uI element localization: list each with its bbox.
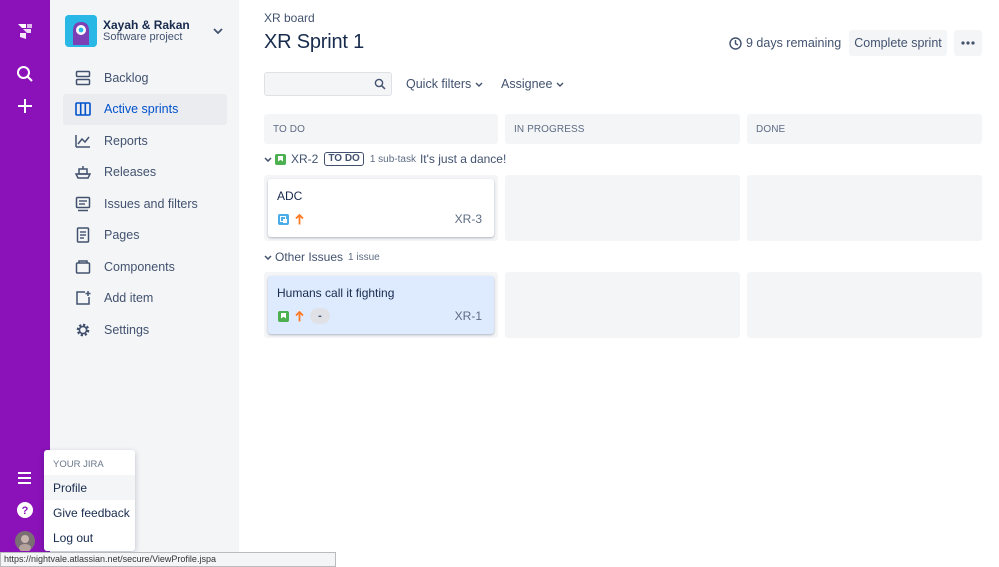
project-switcher[interactable]: Xayah & Rakan Software project — [65, 14, 225, 48]
card-key: XR-3 — [454, 212, 482, 226]
swimlane-label: Other Issues — [275, 250, 344, 264]
sidebar-item-backlog[interactable]: Backlog — [63, 62, 227, 94]
menu-item-give-feedback[interactable]: Give feedback — [44, 500, 135, 525]
issue-card[interactable]: Humans call it fighting - XR-1 — [268, 276, 494, 334]
hamburger-menu-icon[interactable] — [10, 463, 40, 493]
issue-card[interactable]: ADC XR-3 — [268, 179, 494, 237]
board-cell — [747, 175, 982, 241]
sidebar-item-releases[interactable]: Releases — [63, 157, 227, 189]
issues-icon — [73, 194, 93, 214]
sidebar-item-label: Settings — [104, 322, 150, 337]
board-search — [264, 72, 392, 96]
chevron-down-icon — [475, 82, 483, 87]
issue-count: 1 issue — [348, 251, 380, 263]
sidebar-item-label: Reports — [104, 133, 148, 148]
page-icon — [73, 225, 93, 245]
project-type: Software project — [103, 31, 183, 43]
ship-icon — [73, 162, 93, 182]
subtask-count: 1 sub-task — [369, 153, 416, 165]
chart-icon — [73, 131, 93, 151]
sidebar-item-components[interactable]: Components — [63, 251, 227, 283]
card-key: XR-1 — [454, 309, 482, 323]
sidebar-item-label: Active sprints — [104, 102, 179, 117]
sidebar-item-label: Components — [104, 259, 175, 274]
estimate-badge: - — [310, 308, 330, 324]
board-cell — [505, 272, 740, 338]
days-remaining: 9 days remaining — [729, 35, 841, 51]
issue-key[interactable]: XR-2 — [291, 152, 318, 166]
card-title: ADC — [277, 189, 303, 203]
column-header-in-progress: IN PROGRESS — [505, 114, 740, 144]
jira-logo-icon[interactable] — [10, 16, 40, 46]
chevron-down-icon — [264, 254, 272, 260]
sidebar-item-label: Backlog — [104, 70, 149, 85]
complete-sprint-button[interactable]: Complete sprint — [849, 30, 947, 56]
sidebar-item-active-sprints[interactable]: Active sprints — [63, 93, 227, 125]
sidebar-item-label: Pages — [104, 228, 140, 243]
project-nav: Backlog Active sprints Reports Releases … — [63, 62, 227, 346]
menu-item-profile[interactable]: Profile — [44, 475, 135, 500]
quick-filters-dropdown[interactable]: Quick filters — [406, 76, 483, 92]
user-menu: YOUR JIRA Profile Give feedback Log out — [44, 450, 135, 551]
search-input[interactable] — [265, 73, 369, 95]
sidebar-item-label: Releases — [104, 165, 157, 180]
breadcrumb[interactable]: XR board — [264, 11, 315, 25]
swimlane-header[interactable]: XR-2 TO DO 1 sub-task It's just a dance! — [264, 151, 506, 167]
add-item-icon — [73, 288, 93, 308]
priority-high-icon — [295, 310, 304, 321]
sidebar-item-label: Add item — [104, 291, 154, 306]
card-meta: - — [278, 308, 330, 324]
global-nav: ? — [0, 0, 50, 567]
board-icon — [73, 99, 93, 119]
sidebar-item-settings[interactable]: Settings — [63, 314, 227, 346]
status-bar-url: https://nightvale.atlassian.net/secure/V… — [0, 552, 336, 567]
card-meta — [278, 214, 304, 225]
menu-item-log-out[interactable]: Log out — [44, 525, 135, 550]
sidebar-item-reports[interactable]: Reports — [63, 125, 227, 157]
status-lozenge: TO DO — [324, 152, 364, 166]
story-icon — [278, 310, 289, 322]
chevron-down-icon — [211, 24, 225, 38]
assignee-dropdown[interactable]: Assignee — [501, 76, 564, 92]
gear-icon — [73, 320, 93, 340]
sidebar-item-add-item[interactable]: Add item — [63, 283, 227, 315]
more-actions-button[interactable] — [954, 30, 982, 56]
column-header-todo: TO DO — [264, 114, 498, 144]
story-icon — [275, 153, 286, 165]
chevron-down-icon — [556, 82, 564, 87]
project-name: Xayah & Rakan — [103, 18, 190, 32]
plus-icon[interactable] — [10, 91, 40, 121]
clock-icon — [729, 36, 742, 50]
sidebar-item-issues-and-filters[interactable]: Issues and filters — [63, 188, 227, 220]
svg-text:?: ? — [22, 505, 29, 517]
swimlane-header[interactable]: Other Issues 1 issue — [264, 249, 384, 265]
column-header-done: DONE — [747, 114, 982, 144]
chevron-down-icon — [264, 156, 272, 162]
days-remaining-label: 9 days remaining — [746, 36, 842, 50]
component-icon — [73, 257, 93, 277]
more-icon — [961, 41, 975, 45]
board-cell — [505, 175, 740, 241]
quick-filters-label: Quick filters — [406, 77, 472, 91]
sidebar-item-pages[interactable]: Pages — [63, 220, 227, 252]
issue-summary: It's just a dance! — [419, 152, 507, 166]
help-icon[interactable]: ? — [10, 495, 40, 525]
project-avatar — [65, 15, 97, 47]
card-title: Humans call it fighting — [277, 286, 395, 300]
subtask-icon — [278, 214, 289, 225]
priority-high-icon — [295, 214, 304, 225]
sidebar-item-label: Issues and filters — [104, 196, 198, 211]
search-icon[interactable] — [374, 78, 386, 90]
board-main: XR board XR Sprint 1 9 days remaining Co… — [239, 0, 999, 567]
menu-heading: YOUR JIRA — [53, 459, 104, 470]
board-cell — [747, 272, 982, 338]
page-title: XR Sprint 1 — [264, 31, 365, 53]
search-icon[interactable] — [10, 59, 40, 89]
backlog-icon — [73, 68, 93, 88]
assignee-label: Assignee — [501, 77, 553, 91]
